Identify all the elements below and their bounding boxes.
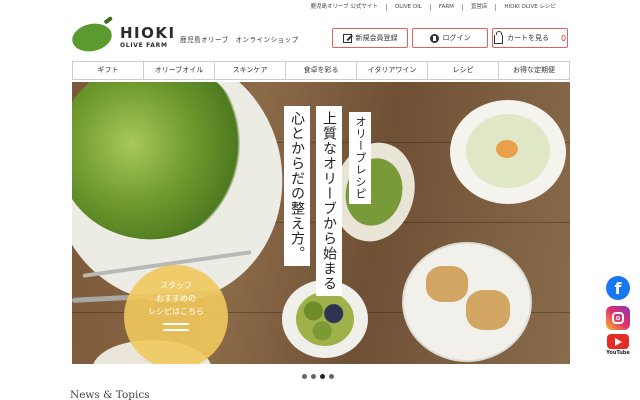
edit-icon [342, 33, 352, 43]
brand-name: HIOKI [120, 24, 176, 42]
hero-copy-3: 心とからだの整え方。 [284, 106, 310, 266]
youtube-play-icon [607, 334, 629, 349]
potato [426, 266, 468, 302]
brand-sub: OLIVE FARM [120, 42, 168, 49]
youtube-icon[interactable]: YouTube [606, 334, 630, 362]
facebook-icon[interactable]: f [606, 276, 630, 300]
main-nav: ギフト オリーブオイル スキンケア 食卓を彩る イタリアワイン レシピ お得な定… [72, 61, 570, 80]
top-link-shop[interactable]: 直営店 [461, 4, 496, 11]
nav-gift[interactable]: ギフト [72, 62, 143, 79]
olive-logo-icon [69, 20, 115, 55]
nav-recipe[interactable]: レシピ [427, 62, 498, 79]
slider-dot[interactable] [302, 374, 307, 379]
slider-dots [302, 374, 334, 379]
top-links: 鹿児島オリーブ 公式サイト OLIVE OIL FARM 直営店 HIOKI O… [302, 4, 564, 11]
top-link-recipe[interactable]: HIOKI OLIVE レシピ [495, 4, 564, 11]
staff-line-3: レシピはこちら [148, 307, 204, 316]
nav-subscription[interactable]: お得な定期便 [498, 62, 570, 79]
staff-line-1: スタッフ [160, 281, 192, 290]
youtube-label: YouTube [606, 350, 630, 356]
cutlery-icon [163, 321, 189, 333]
hero-copy-2: 上質なオリーブから始まる [316, 106, 342, 296]
staff-line-2: おすすめの [156, 294, 196, 303]
olives [296, 292, 354, 346]
potato-plate-image [402, 242, 532, 362]
nav-olive-oil[interactable]: オリーブオイル [143, 62, 214, 79]
top-link-olive-oil[interactable]: OLIVE OIL [385, 4, 430, 11]
nav-italian-wine[interactable]: イタリアワイン [356, 62, 427, 79]
register-button[interactable]: 新規会員登録 [332, 28, 408, 48]
brand-wordmark: HIOKI OLIVE FARM [120, 26, 176, 49]
site-tagline: 鹿児島オリーブ オンラインショップ [180, 36, 299, 44]
login-icon [429, 33, 439, 43]
top-link-official[interactable]: 鹿児島オリーブ 公式サイト [302, 4, 385, 11]
login-button[interactable]: ログイン [412, 28, 488, 48]
register-label: 新規会員登録 [355, 34, 398, 42]
soup [466, 114, 550, 188]
slider-dot-active[interactable] [320, 374, 325, 379]
cart-icon [493, 30, 503, 44]
salad [72, 82, 262, 255]
cart-label: カートを見る [506, 34, 549, 42]
nav-table[interactable]: 食卓を彩る [285, 62, 356, 79]
news-heading: News & Topics [70, 389, 150, 400]
cart-button[interactable]: カートを見る 0 [492, 28, 568, 48]
top-link-farm[interactable]: FARM [429, 4, 462, 11]
cart-count: 0 [560, 33, 567, 43]
hero-copy-1: オリーブレシピ [349, 112, 371, 204]
slider-dot[interactable] [311, 374, 316, 379]
slider-dot[interactable] [329, 374, 334, 379]
hero-banner[interactable]: オリーブレシピ 上質なオリーブから始まる 心とからだの整え方。 スタッフ おすす… [72, 82, 570, 364]
nav-skincare[interactable]: スキンケア [214, 62, 285, 79]
login-label: ログイン [442, 34, 471, 42]
site-logo[interactable]: HIOKI OLIVE FARM [69, 20, 176, 55]
staff-recipe-badge[interactable]: スタッフ おすすめの レシピはこちら [124, 265, 228, 364]
potato [466, 290, 510, 330]
instagram-icon[interactable] [606, 306, 630, 330]
soup-bowl-image [450, 100, 566, 204]
